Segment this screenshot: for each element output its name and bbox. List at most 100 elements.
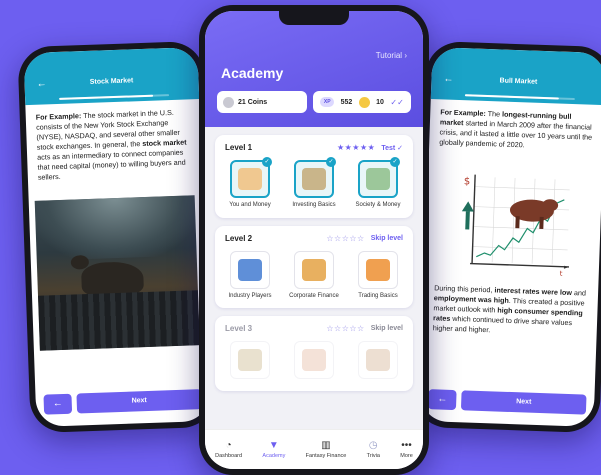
check-icon: ✓ — [326, 157, 336, 167]
tab-label: Academy — [262, 453, 286, 459]
text-part: and — [571, 287, 587, 298]
stats-row: 21 Coins XP 552 10 ✓✓ — [217, 91, 411, 113]
module-item[interactable] — [225, 341, 275, 383]
lesson-nav: ← Next — [43, 389, 203, 415]
level-card[interactable]: Level 2 ☆☆☆☆☆ Skip level Industry Player… — [215, 225, 413, 308]
house-icon — [302, 349, 326, 371]
module-label: Industry Players — [228, 292, 272, 299]
module-label: Investing Basics — [292, 202, 336, 208]
xp-card[interactable]: XP 552 10 ✓✓ — [313, 91, 411, 113]
academy-icon: ▼ — [268, 440, 279, 451]
level-name: Level 1 — [225, 143, 253, 152]
lesson-title: Stock Market — [89, 77, 134, 86]
text-part: acts as an intermediary to connect compa… — [37, 147, 186, 182]
module-item[interactable] — [353, 341, 403, 383]
trivia-icon: ◷ — [368, 440, 378, 451]
tab-dashboard[interactable]: ◔ Dashboard — [215, 440, 242, 459]
coins-value: 21 Coins — [238, 98, 268, 106]
example-lead: For Example: — [35, 111, 82, 122]
next-button[interactable]: Next — [76, 389, 203, 414]
dashboard-icon: ◔ — [225, 440, 232, 451]
streak-icon — [358, 96, 370, 108]
svg-text:$: $ — [464, 176, 471, 187]
example-lead: For Example: — [440, 107, 486, 118]
xp-value: 552 — [340, 98, 353, 106]
lesson-progress — [59, 94, 170, 100]
lesson-text: For Example: The stock market in the U.S… — [25, 99, 202, 191]
module-item[interactable]: ✓ Investing Basics — [289, 157, 339, 210]
module-label: Trading Basics — [358, 292, 398, 299]
text-part: which continued to drive share values hi… — [432, 313, 573, 334]
tab-label: Fantasy Finance — [305, 453, 347, 459]
lesson-topbar: ← Bull Market — [430, 47, 601, 106]
left-screen: ← Stock Market For Example: The stock ma… — [23, 47, 211, 427]
levels-list: Level 1 ★★★★★ Test ✓ ✓ You and Money ✓ I… — [215, 135, 413, 399]
skip-level-button[interactable]: Skip level — [371, 325, 403, 332]
module-item[interactable]: ✓ You and Money — [225, 157, 275, 210]
book-icon: ▥ — [321, 440, 331, 451]
test-button[interactable]: Test ✓ — [381, 144, 403, 152]
module-label: Society & Money — [355, 202, 401, 208]
bank-icon — [238, 258, 262, 281]
text-bold: stock market — [142, 137, 187, 148]
right-screen: ← Bull Market For Example: The longest-r… — [419, 47, 601, 427]
module-row: ✓ You and Money ✓ Investing Basics ✓ Soc… — [225, 157, 403, 210]
streak-value: 10 — [376, 98, 384, 106]
lesson-topbar: ← Stock Market — [23, 47, 200, 106]
module-item[interactable]: Trading Basics — [353, 250, 403, 301]
coins-card[interactable]: 21 Coins — [217, 91, 307, 113]
next-button[interactable]: Next — [460, 390, 587, 415]
chevron-right-icon: › — [404, 51, 407, 60]
level-stars: ☆☆☆☆☆ — [326, 324, 365, 333]
tab-fantasy-finance[interactable]: ▥ Fantasy Finance — [306, 440, 347, 459]
module-label: Corporate Finance — [289, 292, 339, 299]
tab-academy[interactable]: ▼ Academy — [262, 440, 285, 459]
businessman-icon — [302, 258, 326, 281]
level-card[interactable]: Level 3 ☆☆☆☆☆ Skip level — [215, 316, 413, 391]
module-label: You and Money — [229, 202, 271, 208]
tutorial-label: Tutorial — [375, 51, 403, 60]
level-name: Level 3 — [225, 324, 253, 333]
action-label: Test — [381, 144, 396, 152]
level-stars: ★★★★★ — [336, 143, 376, 152]
lesson-progress — [464, 94, 575, 101]
previous-button[interactable]: ← — [43, 393, 73, 415]
module-row — [225, 341, 403, 383]
tab-more[interactable]: ••• More — [400, 440, 413, 459]
tutorial-link[interactable]: Tutorial › — [376, 51, 407, 60]
bottom-tab-bar: ◔ Dashboard ▼ Academy ▥ Fantasy Finance ◷ Tr… — [205, 429, 423, 469]
back-arrow-icon[interactable]: ← — [443, 73, 453, 84]
previous-button[interactable]: ← — [427, 389, 457, 411]
skip-level-button[interactable]: Skip level — [371, 235, 403, 242]
check-icon: ✓ — [390, 157, 400, 167]
module-row: Industry Players Corporate Finance Tradi… — [225, 250, 403, 301]
tab-label: More — [400, 453, 413, 459]
level-header: Level 1 ★★★★★ Test ✓ — [225, 143, 403, 152]
module-item[interactable]: ✓ Society & Money — [353, 157, 403, 210]
tab-trivia[interactable]: ◷ Trivia — [367, 440, 380, 459]
level-header: Level 2 ☆☆☆☆☆ Skip level — [225, 234, 403, 243]
module-item[interactable]: Industry Players — [225, 250, 275, 301]
bull-market-graph-image: $ t — [452, 166, 576, 280]
module-item[interactable] — [289, 341, 339, 383]
house-icon — [238, 168, 262, 190]
more-icon: ••• — [401, 440, 412, 451]
back-arrow-icon[interactable]: ← — [36, 78, 46, 89]
shop-icon — [366, 349, 390, 371]
check-icon: ✓ — [262, 157, 272, 167]
level-card[interactable]: Level 1 ★★★★★ Test ✓ ✓ You and Money ✓ I… — [215, 135, 413, 218]
lesson-nav: ← Next — [427, 389, 587, 415]
tab-label: Trivia — [366, 453, 380, 459]
center-phone: Tutorial › Academy 21 Coins XP 552 10 ✓✓ — [199, 5, 429, 475]
lesson-text-2: During this period, interest rates were … — [422, 275, 598, 347]
module-item[interactable]: Corporate Finance — [289, 250, 339, 301]
globe-icon — [366, 168, 390, 190]
double-check-icon: ✓✓ — [390, 97, 404, 107]
level-name: Level 2 — [225, 233, 253, 243]
level-stars: ☆☆☆☆☆ — [326, 233, 365, 243]
tab-label: Dashboard — [215, 453, 243, 459]
tree-icon — [238, 349, 262, 371]
lesson-text-1: For Example: The longest-running bull ma… — [429, 99, 601, 161]
text-part: The — [485, 108, 503, 119]
money-tree-icon — [302, 168, 326, 190]
